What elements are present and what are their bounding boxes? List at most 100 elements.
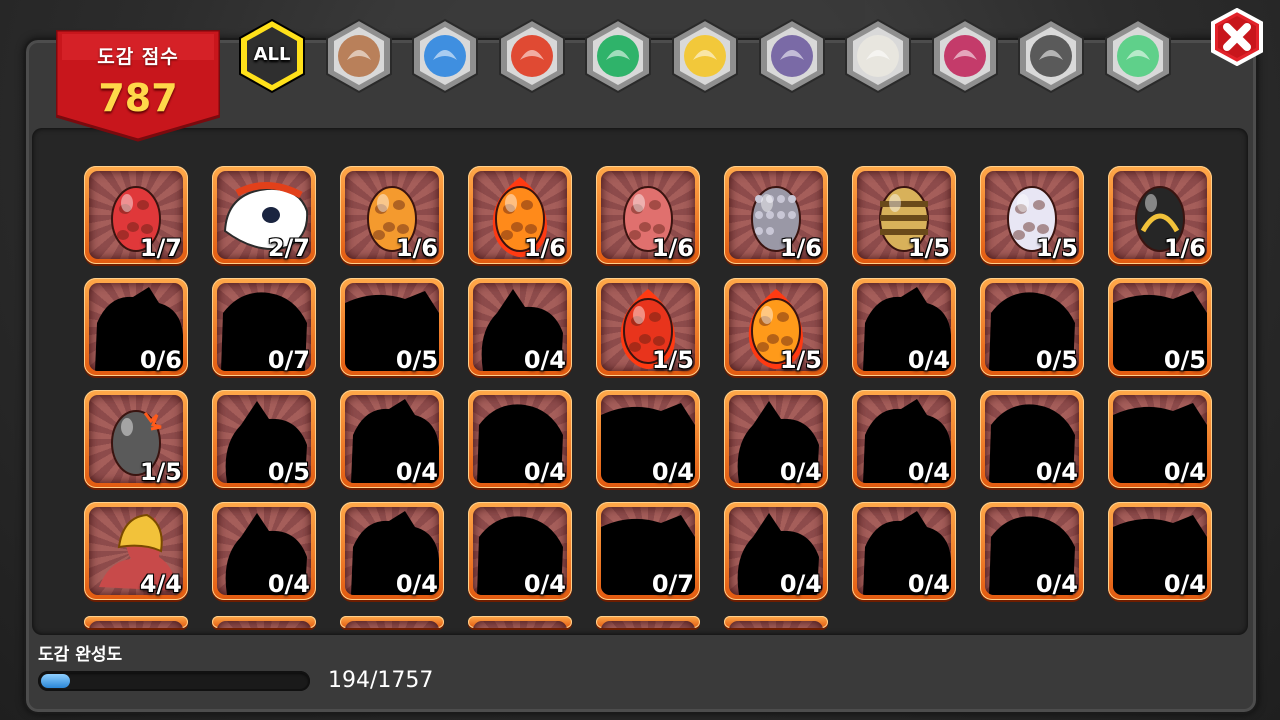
collection-slot[interactable]: 1/5 xyxy=(596,278,700,376)
collection-slot[interactable]: 0/4 xyxy=(468,390,572,488)
tab-label: ALL xyxy=(253,44,291,65)
collection-slot[interactable]: 0/4 xyxy=(468,502,572,600)
collection-slot-partial[interactable] xyxy=(340,616,444,628)
slot-count: 1/5 xyxy=(651,346,694,374)
collection-slot[interactable]: 1/6 xyxy=(340,166,444,264)
score-value: 787 xyxy=(98,76,178,120)
collection-slot[interactable]: 0/5 xyxy=(980,278,1084,376)
slot-count: 0/4 xyxy=(1163,458,1206,486)
close-icon xyxy=(1211,8,1263,66)
slot-background xyxy=(217,621,311,628)
tab-earth[interactable] xyxy=(323,18,395,94)
metal-element-icon xyxy=(845,18,912,94)
collection-slot[interactable]: 0/7 xyxy=(212,278,316,376)
collection-slot[interactable]: 0/4 xyxy=(980,390,1084,488)
element-tabs: ALL xyxy=(236,12,1186,96)
slot-count: 0/7 xyxy=(651,570,694,598)
slot-count: 0/4 xyxy=(523,570,566,598)
slot-count: 0/4 xyxy=(1035,570,1078,598)
slot-count: 1/5 xyxy=(139,458,182,486)
slot-count: 1/6 xyxy=(779,234,822,262)
slot-background xyxy=(729,621,823,628)
collection-slot-partial[interactable] xyxy=(596,616,700,628)
chaos-element-icon xyxy=(931,18,998,94)
collection-slot-partial[interactable] xyxy=(468,616,572,628)
collection-slot[interactable]: 0/5 xyxy=(1108,278,1212,376)
slot-background xyxy=(89,621,183,628)
collection-slot[interactable]: 0/4 xyxy=(1108,502,1212,600)
collection-slot[interactable]: 0/4 xyxy=(852,502,956,600)
slot-count: 0/4 xyxy=(395,570,438,598)
collection-slot[interactable]: 1/7 xyxy=(84,166,188,264)
slot-count: 1/6 xyxy=(1163,234,1206,262)
slot-count: 0/4 xyxy=(779,570,822,598)
water-element-icon xyxy=(412,18,479,94)
collection-slot[interactable]: 1/6 xyxy=(724,166,828,264)
collection-slot[interactable]: 4/4 xyxy=(84,502,188,600)
completion-progress-fill xyxy=(41,674,70,688)
completion-count: 194/1757 xyxy=(328,668,434,693)
slot-count: 0/5 xyxy=(395,346,438,374)
collection-slot[interactable]: 0/7 xyxy=(596,502,700,600)
collection-slot[interactable]: 0/4 xyxy=(596,390,700,488)
slot-count: 0/5 xyxy=(267,458,310,486)
collection-slot[interactable]: 0/4 xyxy=(724,502,828,600)
tab-metal[interactable] xyxy=(842,18,914,94)
earth-element-icon xyxy=(325,18,392,94)
slot-background xyxy=(345,621,439,628)
slot-count: 0/4 xyxy=(523,458,566,486)
slot-count: 0/4 xyxy=(523,346,566,374)
collection-slot[interactable]: 1/6 xyxy=(1108,166,1212,264)
tab-dark[interactable] xyxy=(756,18,828,94)
slot-count: 0/4 xyxy=(1163,570,1206,598)
tab-water[interactable] xyxy=(409,18,481,94)
collection-slot[interactable]: 0/4 xyxy=(852,278,956,376)
collection-slot[interactable]: 0/4 xyxy=(852,390,956,488)
tab-fire[interactable] xyxy=(496,18,568,94)
collection-slot[interactable]: 1/5 xyxy=(980,166,1084,264)
slot-background xyxy=(601,621,695,628)
dark-element-icon xyxy=(758,18,825,94)
fire-element-icon xyxy=(498,18,565,94)
slot-count: 0/7 xyxy=(267,346,310,374)
slot-count: 0/5 xyxy=(1163,346,1206,374)
collection-slot[interactable]: 0/4 xyxy=(212,502,316,600)
rainbow-element-icon xyxy=(1105,18,1171,94)
collection-slot[interactable]: 0/4 xyxy=(468,278,572,376)
collection-slot[interactable]: 0/5 xyxy=(212,390,316,488)
collection-grid: 1/7 2/7 1/6 1/6 1/6 1/6 1/5 1/5 1/6 0/6 0/7 0/5 0/4 1… xyxy=(32,128,1248,635)
slot-count: 0/4 xyxy=(651,458,694,486)
collection-slot[interactable]: 1/5 xyxy=(724,278,828,376)
collection-slot[interactable]: 1/5 xyxy=(84,390,188,488)
collection-slot-partial[interactable] xyxy=(84,616,188,628)
collection-slot[interactable]: 1/5 xyxy=(852,166,956,264)
collection-slot[interactable]: 0/6 xyxy=(84,278,188,376)
slot-count: 0/4 xyxy=(907,458,950,486)
collection-slot[interactable]: 1/6 xyxy=(596,166,700,264)
slot-count: 1/7 xyxy=(139,234,182,262)
slot-count: 0/4 xyxy=(267,570,310,598)
slot-count: 1/6 xyxy=(395,234,438,262)
collection-slot[interactable]: 0/4 xyxy=(340,502,444,600)
collection-slot[interactable]: 0/4 xyxy=(1108,390,1212,488)
tab-light[interactable] xyxy=(669,18,741,94)
tab-wind[interactable] xyxy=(582,18,654,94)
completion-progress-bar xyxy=(38,671,310,691)
tab-chaos[interactable] xyxy=(929,18,1001,94)
collection-slot[interactable]: 0/4 xyxy=(980,502,1084,600)
slot-count: 1/6 xyxy=(651,234,694,262)
collection-slot[interactable]: 0/5 xyxy=(340,278,444,376)
collection-slot[interactable]: 1/6 xyxy=(468,166,572,264)
collection-slot[interactable]: 0/4 xyxy=(340,390,444,488)
light-element-icon xyxy=(672,18,738,94)
slot-count: 4/4 xyxy=(139,570,182,598)
collection-slot-partial[interactable] xyxy=(724,616,828,628)
tab-shadow[interactable] xyxy=(1015,18,1087,94)
collection-slot[interactable]: 0/4 xyxy=(724,390,828,488)
close-button[interactable] xyxy=(1208,8,1266,66)
tab-all[interactable]: ALL xyxy=(236,18,308,94)
collection-slot[interactable]: 2/7 xyxy=(212,166,316,264)
slot-count: 0/4 xyxy=(395,458,438,486)
tab-rainbow[interactable] xyxy=(1102,18,1174,94)
collection-slot-partial[interactable] xyxy=(212,616,316,628)
